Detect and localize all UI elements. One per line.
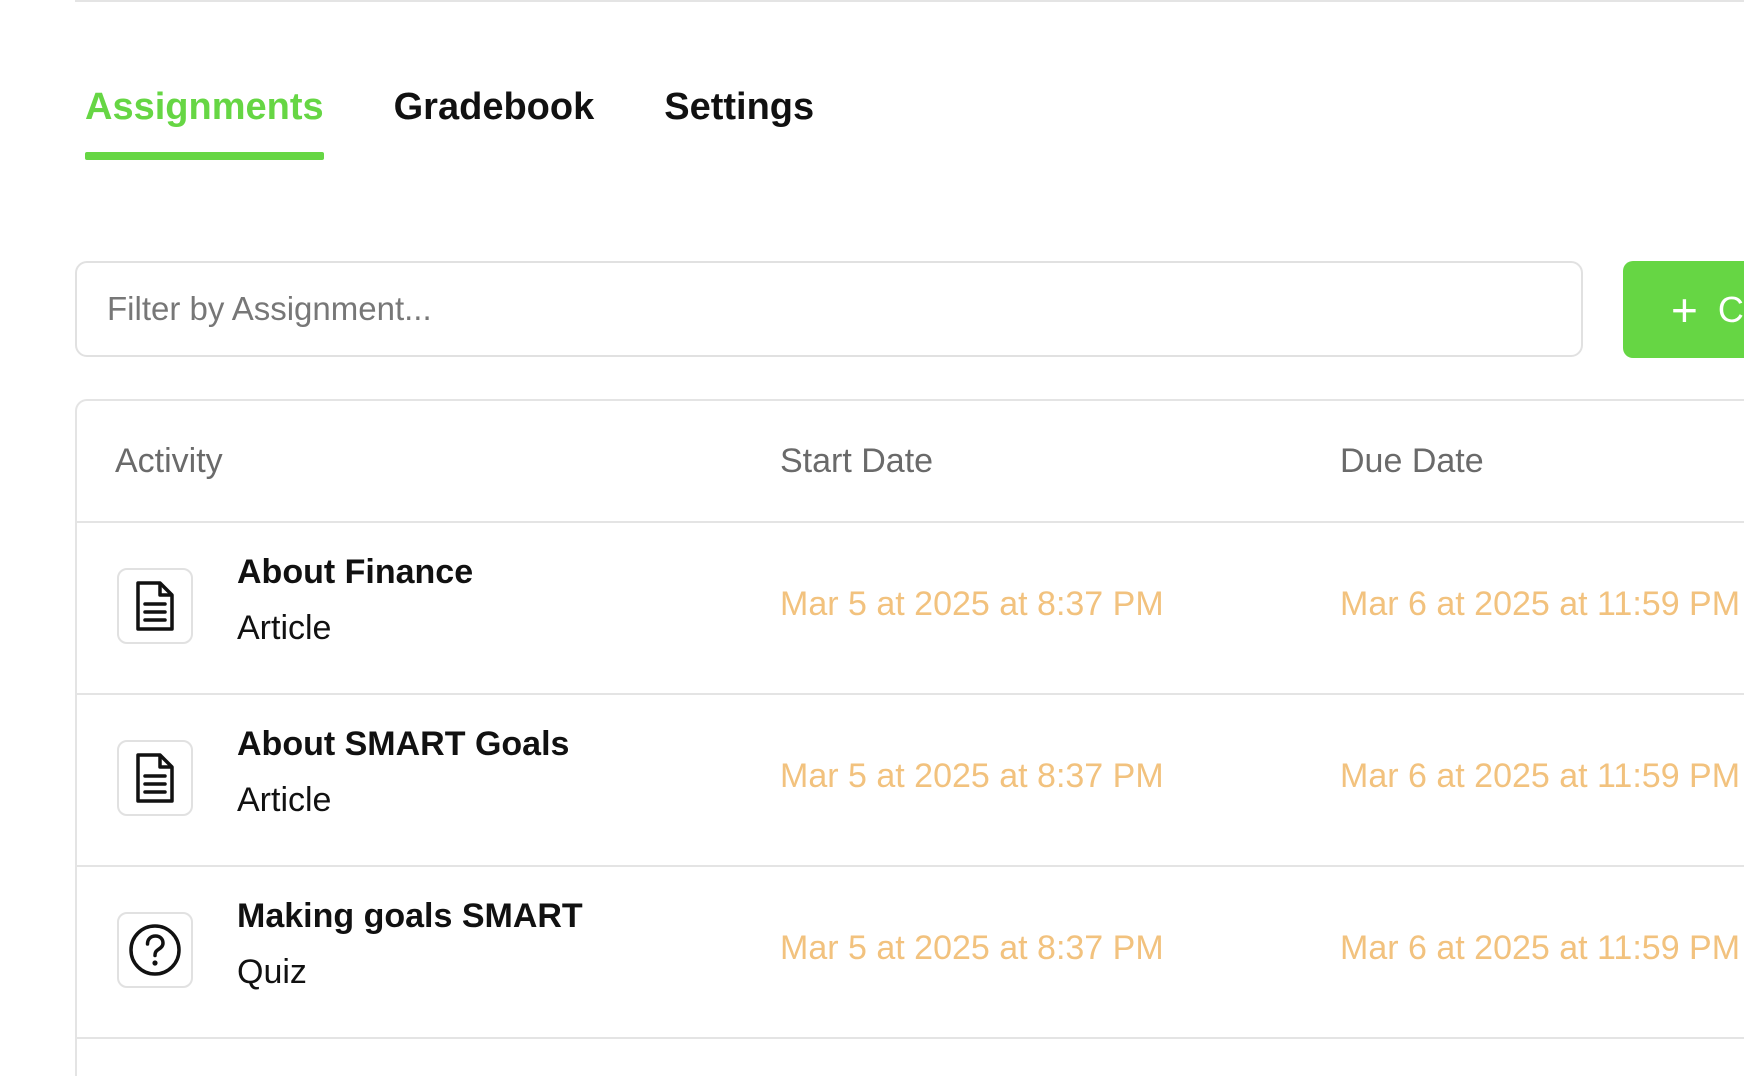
tab-assignments[interactable]: Assignments [85,78,324,160]
top-divider [75,0,1744,2]
column-header-start-date: Start Date [780,442,934,480]
due-date: Mar 6 at 2025 at 11:59 PM [1340,929,1741,967]
tab-settings-label: Settings [664,86,815,128]
table-row[interactable]: Making goals SMART Quiz Mar 5 at 2025 at… [77,867,1744,1039]
plus-icon: + [1671,283,1698,336]
question-circle-icon [117,912,193,988]
assignments-table: Activity Start Date Due Date About Finan… [75,399,1744,1076]
document-icon [117,568,193,644]
table-row[interactable]: About Finance Article Mar 5 at 2025 at 8… [77,523,1744,695]
activity-title[interactable]: About Finance [237,553,473,592]
filter-input[interactable] [77,263,1581,355]
start-date: Mar 5 at 2025 at 8:37 PM [780,585,1164,623]
activity-type: Quiz [237,953,307,991]
tab-bar: Assignments Gradebook Settings [85,78,884,160]
activity-type: Article [237,609,332,647]
table-header: Activity Start Date Due Date [77,401,1744,523]
filter-field [75,261,1583,357]
due-date: Mar 6 at 2025 at 11:59 PM [1340,757,1741,795]
column-header-activity: Activity [115,442,223,480]
document-icon [117,740,193,816]
tab-gradebook[interactable]: Gradebook [394,78,595,160]
active-tab-underline [85,152,324,160]
column-header-due-date: Due Date [1340,442,1484,480]
table-row[interactable]: About SMART Goals Article Mar 5 at 2025 … [77,695,1744,867]
assignments-page: Assignments Gradebook Settings + C Activ… [0,0,1744,1076]
activity-type: Article [237,781,332,819]
create-button-label: C [1717,288,1744,330]
create-assignment-button[interactable]: + C [1623,261,1744,358]
start-date: Mar 5 at 2025 at 8:37 PM [780,757,1164,795]
tab-settings[interactable]: Settings [664,78,814,160]
due-date: Mar 6 at 2025 at 11:59 PM [1340,585,1741,623]
tab-gradebook-label: Gradebook [393,86,595,128]
activity-title[interactable]: About SMART Goals [237,725,569,764]
tab-assignments-label: Assignments [85,86,324,128]
activity-title[interactable]: Making goals SMART [237,897,583,936]
start-date: Mar 5 at 2025 at 8:37 PM [780,929,1164,967]
